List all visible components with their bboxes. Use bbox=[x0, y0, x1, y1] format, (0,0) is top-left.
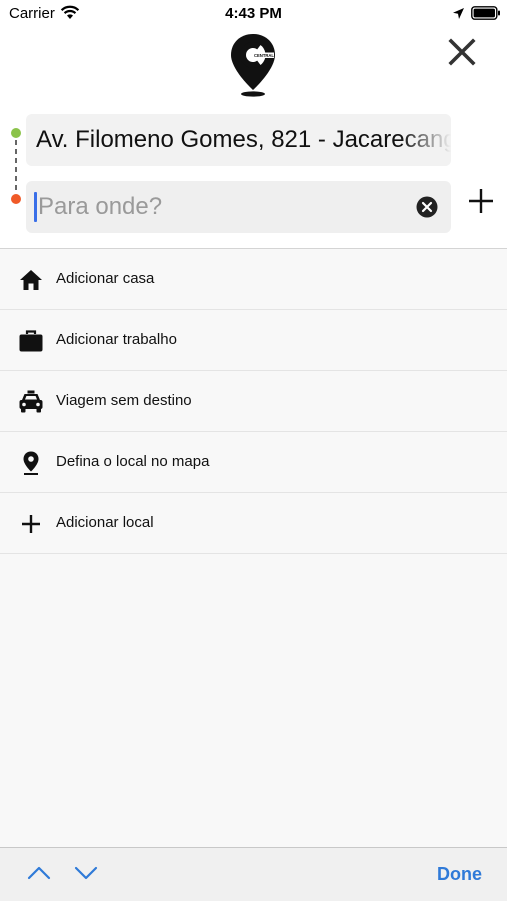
briefcase-icon bbox=[19, 330, 43, 352]
destination-input[interactable] bbox=[38, 181, 408, 233]
add-home-item[interactable]: Adicionar casa bbox=[0, 249, 507, 310]
list-item-label: Defina o local no mapa bbox=[56, 453, 210, 470]
list-item-label: Adicionar casa bbox=[56, 270, 155, 287]
close-button[interactable] bbox=[444, 34, 480, 70]
map-pin-icon bbox=[23, 451, 39, 475]
keyboard-toolbar: Done bbox=[0, 847, 507, 901]
text-cursor bbox=[34, 192, 37, 222]
list-item-label: Adicionar trabalho bbox=[56, 331, 177, 348]
taxi-icon bbox=[19, 390, 43, 413]
list-item-label: Adicionar local bbox=[56, 514, 154, 531]
central-logo-icon: CENTRAL bbox=[231, 34, 275, 97]
origin-value: Av. Filomeno Gomes, 821 - Jacarecanga bbox=[36, 126, 451, 153]
done-button[interactable]: Done bbox=[437, 864, 482, 885]
route-header: CENTRAL Av. Filomeno Gomes, 821 - Jacare… bbox=[0, 28, 507, 249]
origin-field[interactable]: Av. Filomeno Gomes, 821 - Jacarecanga bbox=[26, 114, 451, 166]
chevron-down-icon[interactable] bbox=[73, 864, 99, 882]
destination-field[interactable] bbox=[26, 181, 451, 233]
plus-icon bbox=[22, 515, 40, 533]
place-options-list: Adicionar casa Adicionar trabalho Viagem… bbox=[0, 249, 507, 554]
route-connector bbox=[11, 128, 21, 204]
status-time: 4:43 PM bbox=[225, 5, 282, 22]
list-item-label: Viagem sem destino bbox=[56, 392, 192, 409]
home-icon bbox=[20, 270, 42, 290]
add-stop-button[interactable] bbox=[466, 186, 496, 216]
status-bar: Carrier 4:43 PM bbox=[0, 0, 507, 28]
set-location-on-map-item[interactable]: Defina o local no mapa bbox=[0, 432, 507, 493]
battery-icon bbox=[471, 6, 500, 20]
add-place-item[interactable]: Adicionar local bbox=[0, 493, 507, 554]
location-arrow-icon bbox=[453, 8, 464, 19]
add-work-item[interactable]: Adicionar trabalho bbox=[0, 310, 507, 371]
clear-icon[interactable] bbox=[416, 196, 438, 218]
chevron-up-icon[interactable] bbox=[26, 864, 52, 882]
svg-text:CENTRAL: CENTRAL bbox=[254, 53, 274, 58]
trip-without-destination-item[interactable]: Viagem sem destino bbox=[0, 371, 507, 432]
